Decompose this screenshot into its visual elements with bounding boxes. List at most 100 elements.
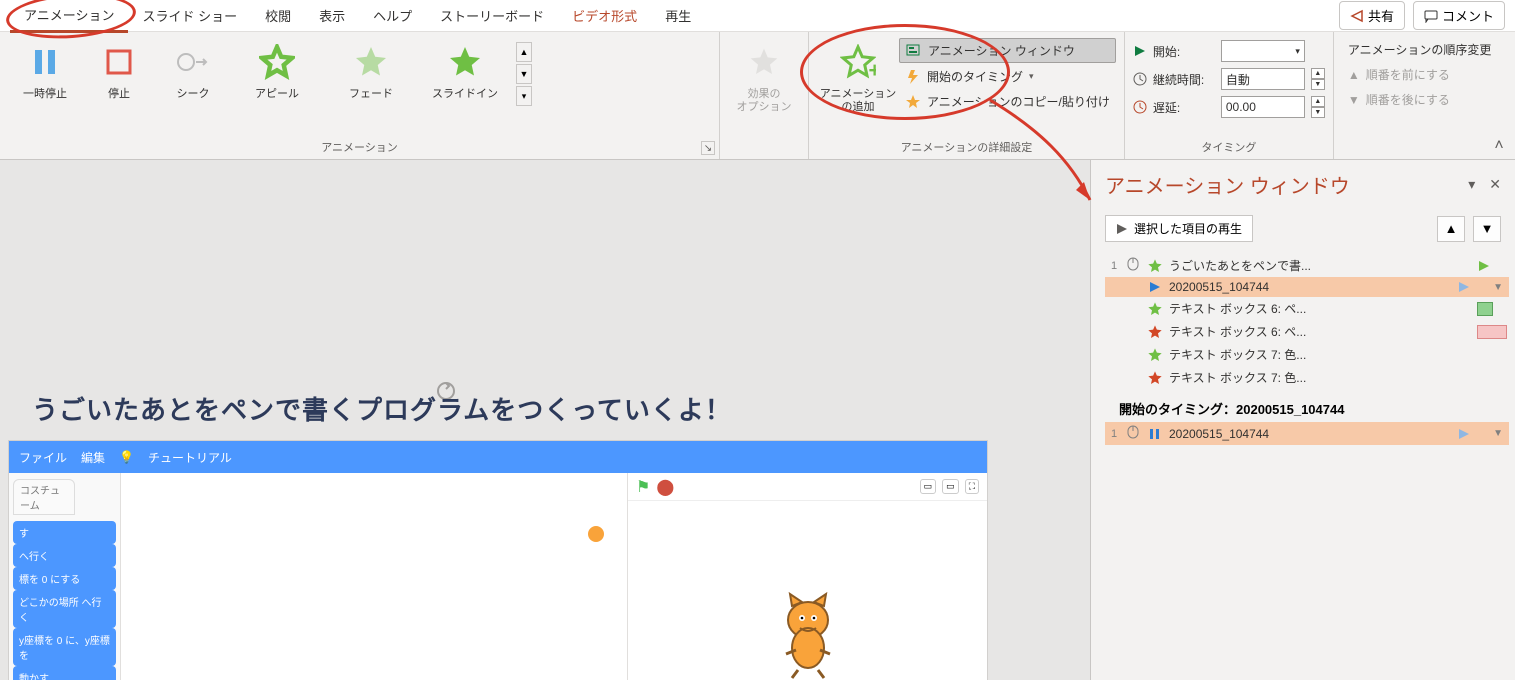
anim-slidein-label: スライドイン: [432, 88, 498, 101]
scratch-menu-tutorial[interactable]: チュートリアル: [148, 449, 232, 466]
tab-playback[interactable]: 再生: [651, 0, 705, 31]
anim-pause-button[interactable]: 一時停止: [8, 36, 82, 101]
scratch-block[interactable]: どこかの場所 へ行く: [13, 590, 116, 628]
anim-item-text: テキスト ボックス 7: 色...: [1169, 346, 1471, 363]
star-icon: [257, 42, 297, 82]
anim-item-text: テキスト ボックス 6: ペ...: [1169, 300, 1471, 317]
scratch-menu-edit[interactable]: 編集: [81, 449, 105, 466]
ribbon-collapse-button[interactable]: ˄: [1489, 137, 1509, 155]
animation-item[interactable]: テキスト ボックス 7: 色...: [1105, 343, 1509, 366]
reorder-up-button[interactable]: ▲: [1437, 216, 1465, 242]
stage-small-icon[interactable]: ▭: [920, 479, 937, 494]
delay-spinner[interactable]: ▲▼: [1311, 96, 1325, 118]
clock-icon: [1133, 72, 1147, 86]
effect-icon: [1147, 280, 1163, 294]
animation-item[interactable]: 1 うごいたあとをペンで書...: [1105, 254, 1509, 277]
tab-review[interactable]: 校閲: [251, 0, 305, 31]
animation-item[interactable]: テキスト ボックス 7: 色...: [1105, 366, 1509, 389]
group-animation-launcher[interactable]: ↘: [701, 141, 715, 155]
gallery-up-button[interactable]: ▲: [516, 42, 532, 62]
effect-options-button: 効果の オプション: [728, 36, 800, 114]
animation-item[interactable]: 20200515_104744▼: [1105, 277, 1509, 297]
animation-painter-button[interactable]: アニメーションのコピー/貼り付け: [899, 90, 1116, 113]
pane-close-button[interactable]: ✕: [1489, 176, 1501, 193]
animation-item[interactable]: テキスト ボックス 6: ペ...: [1105, 297, 1509, 320]
play-icon: [1133, 44, 1147, 58]
seek-icon: [173, 42, 213, 82]
scratch-block[interactable]: 標を 0 にする: [13, 567, 116, 590]
anim-stop-button[interactable]: 停止: [82, 36, 156, 101]
workspace: うごいたあとをペンで書くプログラムをつくっていくよ！ 1 ペンを追加 ファイル …: [0, 160, 1515, 680]
delay-value: 00.00: [1226, 100, 1256, 114]
trigger-label: 開始のタイミング: [927, 68, 1023, 85]
animation-pane-button[interactable]: アニメーション ウィンドウ: [899, 38, 1116, 63]
star-fade-icon: [351, 42, 391, 82]
ribbon-tabstrip: アニメーション スライド ショー 校閲 表示 ヘルプ ストーリーボード ビデオ形…: [0, 0, 1515, 32]
anim-seek-button[interactable]: シーク: [156, 36, 230, 101]
anim-item-index: 1: [1111, 260, 1121, 272]
scratch-script-area[interactable]: ↖: [121, 473, 627, 680]
stage-large-icon[interactable]: ▭: [942, 479, 959, 494]
scratch-block[interactable]: す: [13, 521, 116, 544]
reorder-down-button[interactable]: ▼: [1473, 216, 1501, 242]
tab-video-format[interactable]: ビデオ形式: [558, 0, 651, 31]
arrow-up-icon: ▲: [1348, 68, 1360, 82]
anim-item-bar: [1477, 348, 1503, 362]
effect-options-icon: [744, 42, 784, 82]
painter-icon: [905, 94, 921, 110]
scratch-block[interactable]: 動かす: [13, 666, 116, 680]
comment-button[interactable]: コメント: [1413, 1, 1505, 30]
gallery-down-button[interactable]: ▼: [516, 64, 532, 84]
start-label: 開始:: [1153, 43, 1215, 60]
tab-storyboard[interactable]: ストーリーボード: [426, 0, 558, 31]
share-icon: [1350, 9, 1364, 23]
anim-item-text: テキスト ボックス 6: ペ...: [1169, 323, 1471, 340]
anim-slidein-button[interactable]: スライドイン: [418, 36, 512, 101]
effect-icon: [1147, 427, 1163, 441]
scratch-stage: ⚑ ⬤ ▭ ▭ ⛶: [627, 473, 987, 680]
animation-pane-label: アニメーション ウィンドウ: [928, 42, 1075, 59]
fullscreen-icon[interactable]: ⛶: [965, 479, 979, 494]
duration-spinner[interactable]: ▲▼: [1311, 68, 1325, 90]
trigger-button[interactable]: 開始のタイミング ▾: [899, 65, 1116, 88]
tab-slideshow[interactable]: スライド ショー: [128, 0, 251, 31]
tutorial-icon: 💡: [119, 450, 134, 464]
add-animation-label: アニメーション の追加: [820, 88, 897, 114]
anim-item-dropdown[interactable]: ▼: [1493, 428, 1503, 439]
anim-section-label: 開始のタイミング：20200515_104744: [1105, 389, 1509, 422]
play-icon: [1116, 223, 1128, 235]
anim-item-dropdown[interactable]: ▼: [1493, 282, 1503, 293]
move-later-label: 順番を後にする: [1366, 91, 1450, 108]
scratch-menu-file[interactable]: ファイル: [19, 449, 67, 466]
stop-sign-icon[interactable]: ⬤: [656, 477, 674, 497]
start-combo[interactable]: ▾: [1221, 40, 1305, 62]
anim-fade-button[interactable]: フェード: [324, 36, 418, 101]
anim-fade-label: フェード: [349, 88, 393, 101]
tab-help[interactable]: ヘルプ: [359, 0, 426, 31]
reorder-header: アニメーションの順序変更: [1342, 38, 1498, 61]
duration-input[interactable]: 自動: [1221, 68, 1305, 90]
effect-icon: [1147, 301, 1163, 317]
play-selected-button[interactable]: 選択した項目の再生: [1105, 215, 1253, 242]
green-flag-icon[interactable]: ⚑: [636, 477, 650, 497]
gallery-more-button[interactable]: ▾: [516, 86, 532, 106]
delay-input[interactable]: 00.00: [1221, 96, 1305, 118]
tab-animation[interactable]: アニメーション: [10, 0, 128, 33]
animation-item[interactable]: テキスト ボックス 6: ペ...: [1105, 320, 1509, 343]
anim-appeal-button[interactable]: アピール: [230, 36, 324, 101]
effect-options-label: 効果の オプション: [737, 88, 792, 114]
slide-title-text[interactable]: うごいたあとをペンで書くプログラムをつくっていくよ！: [32, 390, 732, 427]
add-animation-button[interactable]: + アニメーション の追加: [817, 36, 899, 114]
scratch-block[interactable]: へ行く: [13, 544, 116, 567]
scratch-block[interactable]: y座標を 0 に、y座標を: [13, 628, 116, 666]
anim-item-text: うごいたあとをペンで書...: [1169, 257, 1471, 274]
pane-menu-button[interactable]: ▾: [1468, 176, 1475, 193]
move-earlier-label: 順番を前にする: [1366, 66, 1450, 83]
animation-item[interactable]: 120200515_104744▼: [1105, 422, 1509, 445]
tab-view[interactable]: 表示: [305, 0, 359, 31]
share-button[interactable]: 共有: [1339, 1, 1405, 30]
scratch-tab-costume[interactable]: コスチューム: [13, 479, 75, 515]
slide-editor[interactable]: うごいたあとをペンで書くプログラムをつくっていくよ！ 1 ペンを追加 ファイル …: [0, 160, 1090, 680]
effect-icon: [1147, 370, 1163, 386]
anim-pause-label: 一時停止: [23, 88, 67, 101]
